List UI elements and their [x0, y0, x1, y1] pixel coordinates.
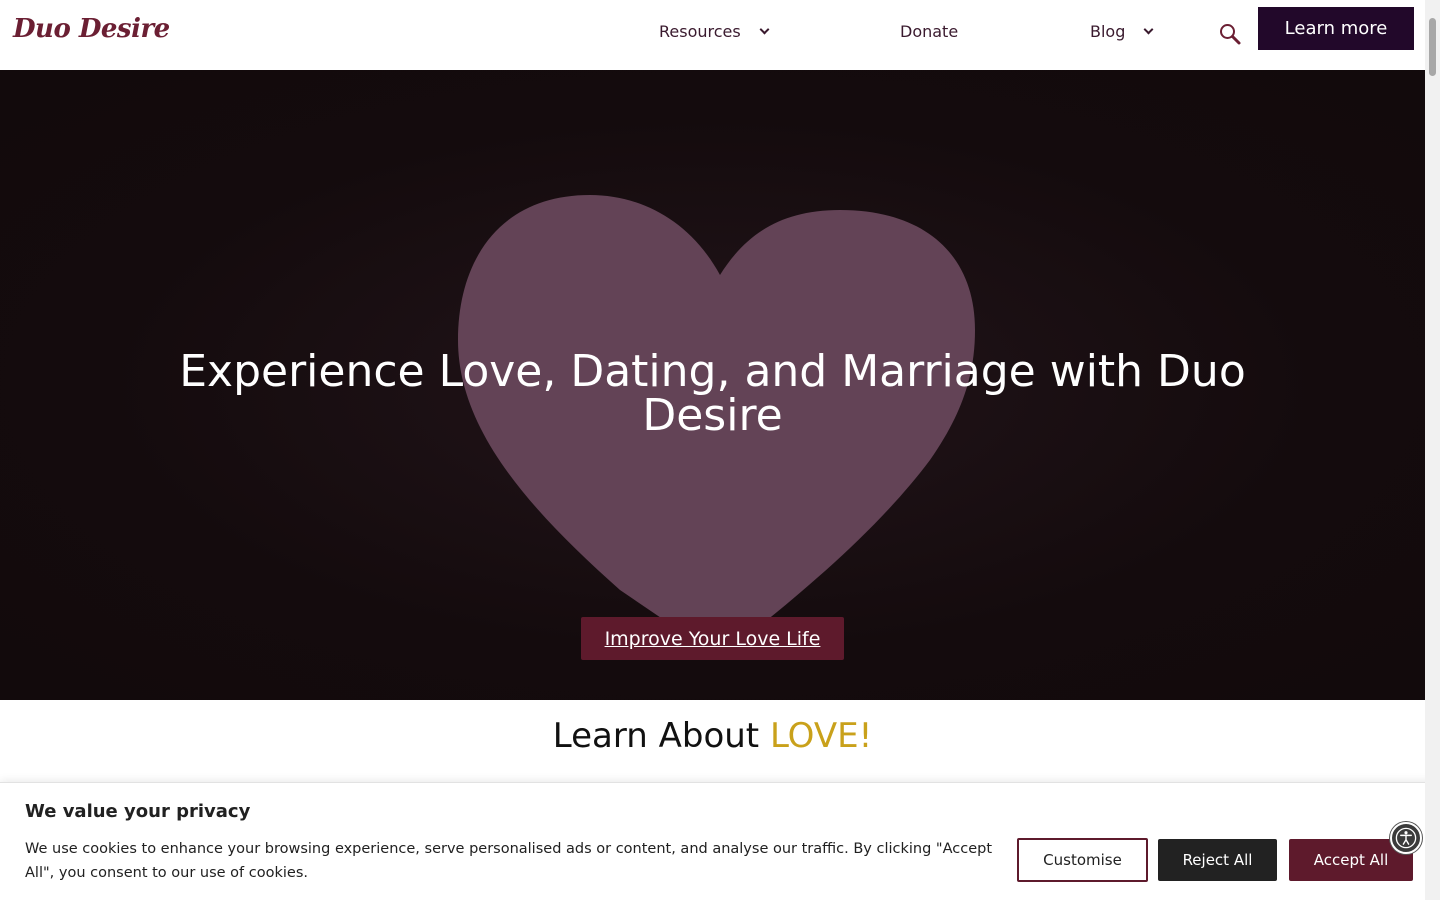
nav-donate-label: Donate	[900, 22, 959, 41]
nav-donate[interactable]: Donate	[900, 22, 958, 41]
customise-button[interactable]: Customise	[1017, 838, 1148, 882]
nav-resources-label: Resources	[659, 22, 741, 41]
site-logo[interactable]: Duo Desire	[13, 14, 170, 44]
cookie-text: We use cookies to enhance your browsing …	[25, 841, 993, 881]
cookie-banner: We value your privacy We use cookies to …	[0, 782, 1440, 900]
chevron-down-icon	[759, 24, 770, 35]
heading-prefix: Learn About	[552, 716, 770, 756]
learn-more-button[interactable]: Learn more	[1258, 7, 1414, 50]
page-scrollbar[interactable]	[1425, 0, 1440, 900]
cookie-title: We value your privacy	[25, 801, 251, 822]
scrollbar-thumb[interactable]	[1429, 18, 1436, 76]
nav-resources[interactable]: Resources	[659, 22, 770, 41]
accessibility-icon[interactable]	[1390, 822, 1422, 854]
improve-love-life-button[interactable]: Improve Your Love Life	[581, 617, 844, 660]
hero-title: Experience Love, Dating, and Marriage wi…	[179, 346, 1246, 441]
search-icon[interactable]	[1218, 22, 1242, 46]
heading-highlight: LOVE!	[769, 716, 873, 756]
hero-section: Experience Love, Dating, and Marriage wi…	[0, 70, 1425, 700]
learn-about-love-heading: Learn About LOVE!	[0, 716, 1425, 756]
nav-blog-label: Blog	[1090, 22, 1126, 41]
chevron-down-icon	[1143, 24, 1154, 35]
reject-all-button[interactable]: Reject All	[1158, 839, 1277, 881]
site-header: Duo Desire Resources Donate Blog Learn m…	[0, 0, 1425, 70]
nav-blog[interactable]: Blog	[1090, 22, 1154, 41]
